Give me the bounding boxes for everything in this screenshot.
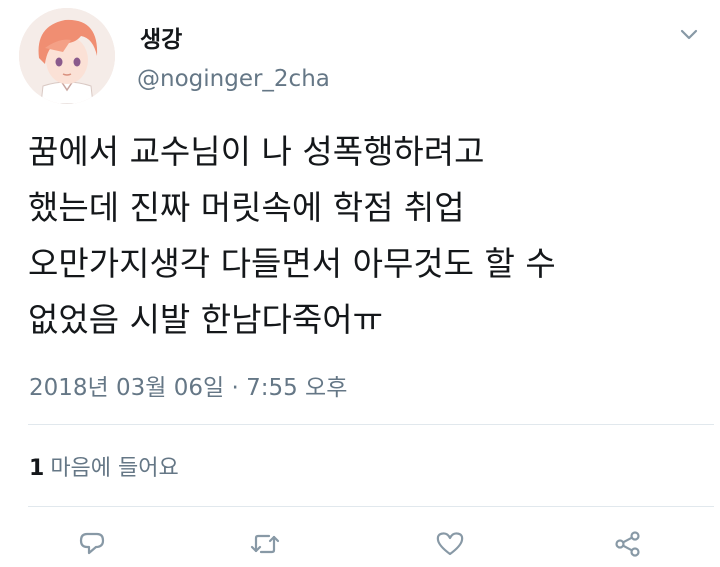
reply-button[interactable] xyxy=(72,524,112,564)
tweet-line: 오만가지생각 다들면서 아무것도 할 수 xyxy=(28,244,556,283)
tweet-timestamp[interactable]: 2018년 03월 06일 · 7:55 오후 xyxy=(29,368,347,402)
like-icon xyxy=(436,532,464,556)
retweet-icon xyxy=(250,534,280,554)
tweet-text: 꿈에서 교수님이 나 성폭행하려고 했는데 진짜 머릿속에 학점 취업 오만가지… xyxy=(28,124,708,348)
share-button[interactable] xyxy=(608,524,648,564)
avatar-illustration xyxy=(19,8,115,104)
tweet-line: 했는데 진짜 머릿속에 학점 취업 xyxy=(28,188,465,227)
like-count: 1 xyxy=(29,456,45,481)
tweet-line: 꿈에서 교수님이 나 성폭행하려고 xyxy=(28,132,485,171)
avatar[interactable] xyxy=(19,8,115,104)
divider xyxy=(28,506,714,507)
retweet-button[interactable] xyxy=(245,524,285,564)
chevron-down-icon[interactable] xyxy=(674,20,704,50)
reply-icon xyxy=(79,532,105,555)
share-icon xyxy=(615,531,640,557)
like-label: 마음에 들어요 xyxy=(50,456,179,481)
display-name[interactable]: 생강 xyxy=(140,20,182,54)
divider xyxy=(28,424,714,425)
like-stats[interactable]: 1 마음에 들어요 xyxy=(29,450,179,482)
tweet-line: 없었음 시발 한남다죽어ㅠ xyxy=(28,300,383,339)
like-button[interactable] xyxy=(430,524,470,564)
user-handle[interactable]: @noginger_2cha xyxy=(137,66,330,92)
